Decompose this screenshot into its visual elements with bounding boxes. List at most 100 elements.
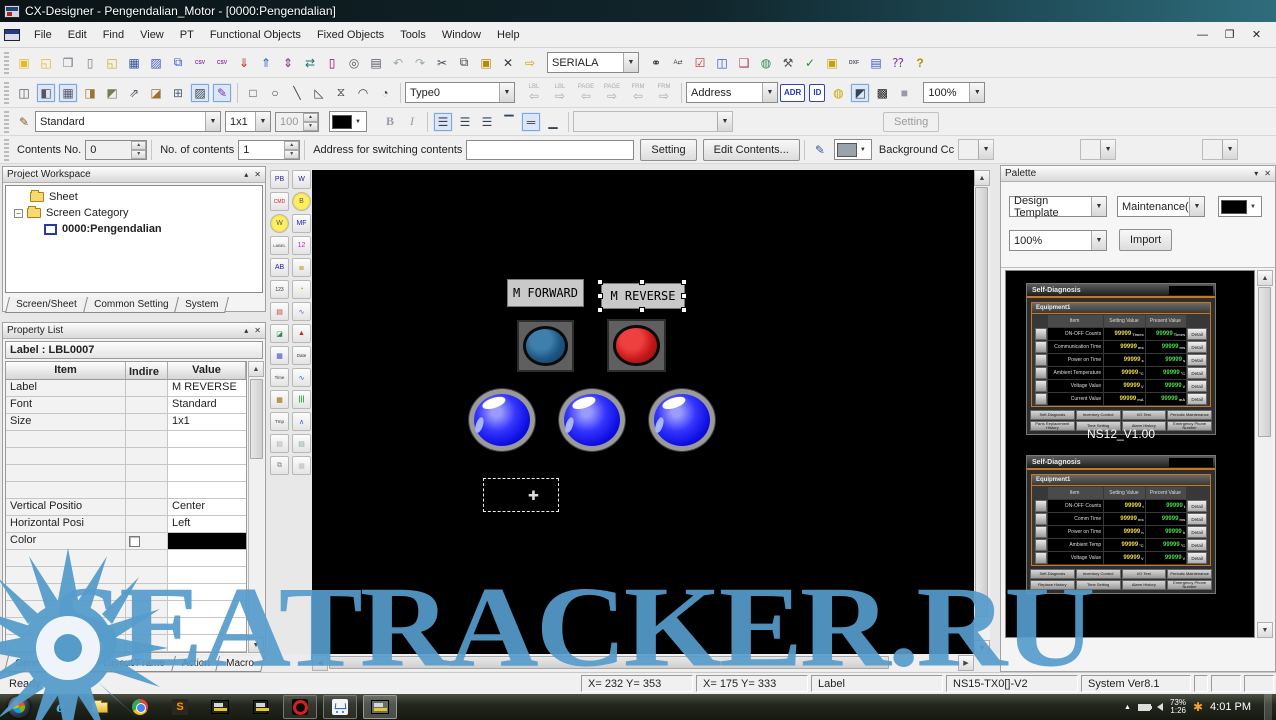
frame-object-icon[interactable]: ⧉ [270, 456, 289, 475]
label-next-button[interactable]: LBL ⇨ [548, 84, 572, 102]
canvas-vscrollbar[interactable]: ▲ ▼ [974, 170, 990, 656]
bit-lamp-icon[interactable]: B [292, 192, 311, 211]
save-all-icon[interactable]: ❒ [58, 53, 78, 73]
save-icon[interactable]: ▦ [124, 53, 144, 73]
print-preview-icon[interactable]: ◎ [344, 53, 364, 73]
type-combo[interactable]: Type0▼ [405, 82, 515, 103]
workspace-toggle-icon[interactable]: ◧ [36, 83, 56, 103]
taskbar-cx-tool-icon[interactable] [243, 695, 277, 719]
symbol-grid-icon[interactable]: ⊞ [168, 83, 188, 103]
property-row[interactable] [6, 465, 246, 482]
data-block-table-icon[interactable]: ▦ [270, 390, 289, 409]
close-button[interactable]: ✕ [1243, 26, 1270, 44]
valign-top-icon[interactable]: ▔ [499, 112, 519, 132]
forward-label-object[interactable]: M FORWARD [507, 279, 584, 307]
transfer-compare-icon[interactable]: ⇕ [278, 53, 298, 73]
property-row[interactable] [6, 584, 246, 601]
workspace-tab[interactable]: Common Setting [83, 297, 179, 313]
import-button[interactable]: Import [1119, 229, 1172, 251]
palette-color-dropdown[interactable]: ▼ [1218, 196, 1262, 217]
text-string-combo[interactable]: ▼ [573, 111, 733, 132]
pattern-gray-icon[interactable]: ■ [894, 83, 914, 103]
replace-icon[interactable]: A⇄ [668, 53, 688, 73]
menu-item[interactable]: Window [434, 25, 489, 45]
font-scale-combo[interactable]: 1x1▼ [225, 111, 271, 132]
palette-zoom-combo[interactable]: 100%▼ [1009, 230, 1107, 251]
onoff-bulb-icon[interactable]: ◍ [828, 83, 848, 103]
switch-address-field[interactable] [466, 140, 634, 160]
italic-button[interactable]: I [402, 112, 422, 132]
print-setup-icon[interactable]: ▯ [322, 53, 342, 73]
selection-marquee[interactable] [483, 478, 559, 512]
consecutive-line-icon[interactable]: ▲ [292, 324, 311, 343]
menu-item[interactable]: Tools [392, 25, 434, 45]
taskbar-cx-designer-icon[interactable] [363, 695, 397, 719]
tray-app-icon[interactable]: ✱ [1193, 700, 1203, 714]
document-b-icon[interactable]: ▤ [292, 434, 311, 453]
label-prev-button[interactable]: LBL ⇦ [522, 84, 546, 102]
align-left-icon[interactable]: ☰ [433, 112, 453, 132]
redo-icon[interactable]: ↷ [410, 53, 430, 73]
dxf-icon[interactable]: DXF [844, 53, 864, 73]
palette-preview-area[interactable]: Self-Diagnosis Equipment1 Item Setting V… [1005, 270, 1255, 638]
word-button-icon[interactable]: W [292, 170, 311, 189]
transfer-from-pt-icon[interactable]: ⇑ [256, 53, 276, 73]
pattern-dark-icon[interactable]: ▩ [872, 83, 892, 103]
menu-item[interactable]: PT [172, 25, 202, 45]
goto-screen-icon[interactable]: ⇗ [124, 83, 144, 103]
toolbar-grip[interactable] [4, 111, 9, 133]
page-prev-button[interactable]: PAGE ⇦ [574, 84, 598, 102]
menu-item[interactable]: Fixed Objects [309, 25, 392, 45]
library-window-icon[interactable]: ◪ [146, 83, 166, 103]
frame-next-button[interactable]: FRM ⇨ [652, 84, 676, 102]
palette-scrollbar[interactable]: ▲ ▼ [1257, 270, 1273, 638]
copy-icon[interactable]: ⧉ [454, 53, 474, 73]
duplicate-check-icon[interactable]: ❑ [734, 53, 754, 73]
selection-handle[interactable] [681, 293, 687, 299]
page-next-button[interactable]: PAGE ⇨ [600, 84, 624, 102]
zoom-combo[interactable]: 100%▼ [923, 82, 985, 103]
tray-expand-icon[interactable]: ▲ [1124, 704, 1131, 711]
memory-card-icon[interactable]: ⇄ [300, 53, 320, 73]
symbol-combo[interactable]: SERIALA▼ [547, 52, 639, 73]
selection-handle[interactable] [639, 279, 645, 285]
edit-sheet-icon[interactable]: ▨ [146, 53, 166, 73]
template-preview-self-diagnosis[interactable]: Self-Diagnosis Equipment1 Item Setting V… [1026, 455, 1216, 594]
chevron-down-icon[interactable]: ▼ [255, 112, 270, 131]
chevron-down-icon[interactable]: ▼ [1189, 197, 1204, 216]
transfer-to-pt-icon[interactable]: ⇓ [234, 53, 254, 73]
property-row[interactable] [6, 601, 246, 618]
chevron-down-icon[interactable]: ▼ [1091, 197, 1106, 216]
sector-tool-icon[interactable]: ◔ [375, 83, 395, 103]
collapse-icon[interactable]: ▴ [244, 326, 248, 335]
property-row[interactable]: Size 1x1 [6, 414, 246, 431]
paste-icon[interactable]: ▣ [476, 53, 496, 73]
tree-item-screen-category[interactable]: − Screen Category [6, 205, 262, 221]
video-display-icon[interactable]: ▦ [270, 346, 289, 365]
battery-status[interactable]: 73%1:26 [1170, 699, 1186, 715]
document-a-icon[interactable]: ▤ [270, 434, 289, 453]
data-log-graph-icon[interactable]: ∿ [292, 368, 311, 387]
workspace-tab[interactable]: System [174, 297, 229, 313]
chevron-down-icon[interactable]: ▼ [499, 83, 514, 102]
check-folder-icon[interactable]: ▣ [822, 53, 842, 73]
selection-handle[interactable] [597, 279, 603, 285]
property-row[interactable] [6, 635, 246, 652]
csv-export-icon[interactable]: CSV [212, 53, 232, 73]
edit-mode-icon[interactable]: ✎ [212, 83, 232, 103]
word-lamp-icon[interactable]: W [270, 214, 289, 233]
taskbar-chrome-icon[interactable] [123, 695, 157, 719]
time-object-icon[interactable]: Time [270, 368, 289, 387]
manual-icon[interactable]: ⁇ [888, 53, 908, 73]
property-row[interactable] [6, 448, 246, 465]
polyline-tool-icon[interactable]: ⧖ [331, 83, 351, 103]
invert-display-icon[interactable]: ◩ [850, 83, 870, 103]
id-button[interactable]: ID [809, 84, 825, 102]
child-window-icon[interactable] [4, 29, 20, 41]
date-object-icon[interactable]: Date [292, 346, 311, 365]
property-row[interactable] [6, 482, 246, 499]
palette-style-combo[interactable]: Maintenance(C▼ [1117, 196, 1205, 217]
new-project-icon[interactable]: ▣ [14, 53, 34, 73]
close-icon[interactable]: ✕ [254, 326, 261, 335]
property-row[interactable]: Vertical Positio Center [6, 499, 246, 516]
